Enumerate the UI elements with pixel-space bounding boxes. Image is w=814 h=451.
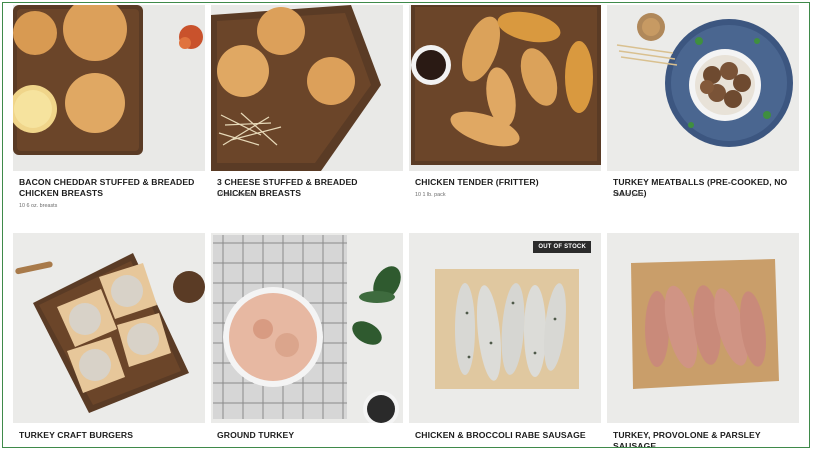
product-image[interactable] [211, 5, 403, 171]
product-card[interactable]: TURKEY MEATBALLS (PRE-COOKED, NO SAUCE) … [607, 5, 799, 231]
product-name[interactable]: GROUND TURKEY [217, 430, 399, 441]
product-name[interactable]: TURKEY, PROVOLONE & PARSLEY SAUSAGE [613, 430, 795, 447]
chicken-broccoli-sausage-photo [409, 233, 601, 423]
product-card[interactable]: GROUND TURKEY [211, 233, 403, 447]
product-size: 10 1 lb. pack [613, 192, 644, 198]
product-size: 10 6 oz. breasts [217, 192, 256, 198]
product-grid: BACON CHEDDAR STUFFED & BREADED CHICKEN … [2, 2, 810, 448]
product-image[interactable] [211, 233, 403, 423]
product-image[interactable] [409, 5, 601, 171]
product-image[interactable] [13, 5, 205, 171]
product-card[interactable]: OUT OF STOCK CHICKEN & BROCCOLI RABE SAU… [409, 233, 601, 447]
product-card[interactable]: CHICKEN TENDER (FRITTER) 10 1 lb. pack [409, 5, 601, 231]
product-card[interactable]: TURKEY CRAFT BURGERS [13, 233, 205, 447]
bacon-cheddar-chicken-photo [13, 5, 205, 171]
chicken-tender-photo [409, 5, 601, 171]
ground-turkey-photo [211, 233, 403, 423]
product-name[interactable]: BACON CHEDDAR STUFFED & BREADED CHICKEN … [19, 177, 201, 199]
product-size: 10 6 oz. breasts [19, 203, 58, 209]
turkey-meatballs-photo [607, 5, 799, 171]
product-image[interactable] [607, 233, 799, 423]
product-name[interactable]: CHICKEN & BROCCOLI RABE SAUSAGE [415, 430, 597, 441]
product-image[interactable] [409, 233, 601, 423]
product-card[interactable]: BACON CHEDDAR STUFFED & BREADED CHICKEN … [13, 5, 205, 231]
product-card[interactable]: TURKEY, PROVOLONE & PARSLEY SAUSAGE [607, 233, 799, 447]
product-image[interactable] [13, 233, 205, 423]
turkey-burgers-photo [13, 233, 205, 423]
three-cheese-chicken-photo [211, 5, 403, 171]
product-card[interactable]: 3 CHEESE STUFFED & BREADED CHICKEN BREAS… [211, 5, 403, 231]
product-size: 10 1 lb. pack [415, 192, 446, 198]
product-image[interactable] [607, 5, 799, 171]
product-name[interactable]: CHICKEN TENDER (FRITTER) [415, 177, 597, 188]
turkey-provolone-sausage-photo [607, 233, 799, 423]
product-name[interactable]: TURKEY CRAFT BURGERS [19, 430, 201, 441]
out-of-stock-badge: OUT OF STOCK [533, 241, 591, 253]
